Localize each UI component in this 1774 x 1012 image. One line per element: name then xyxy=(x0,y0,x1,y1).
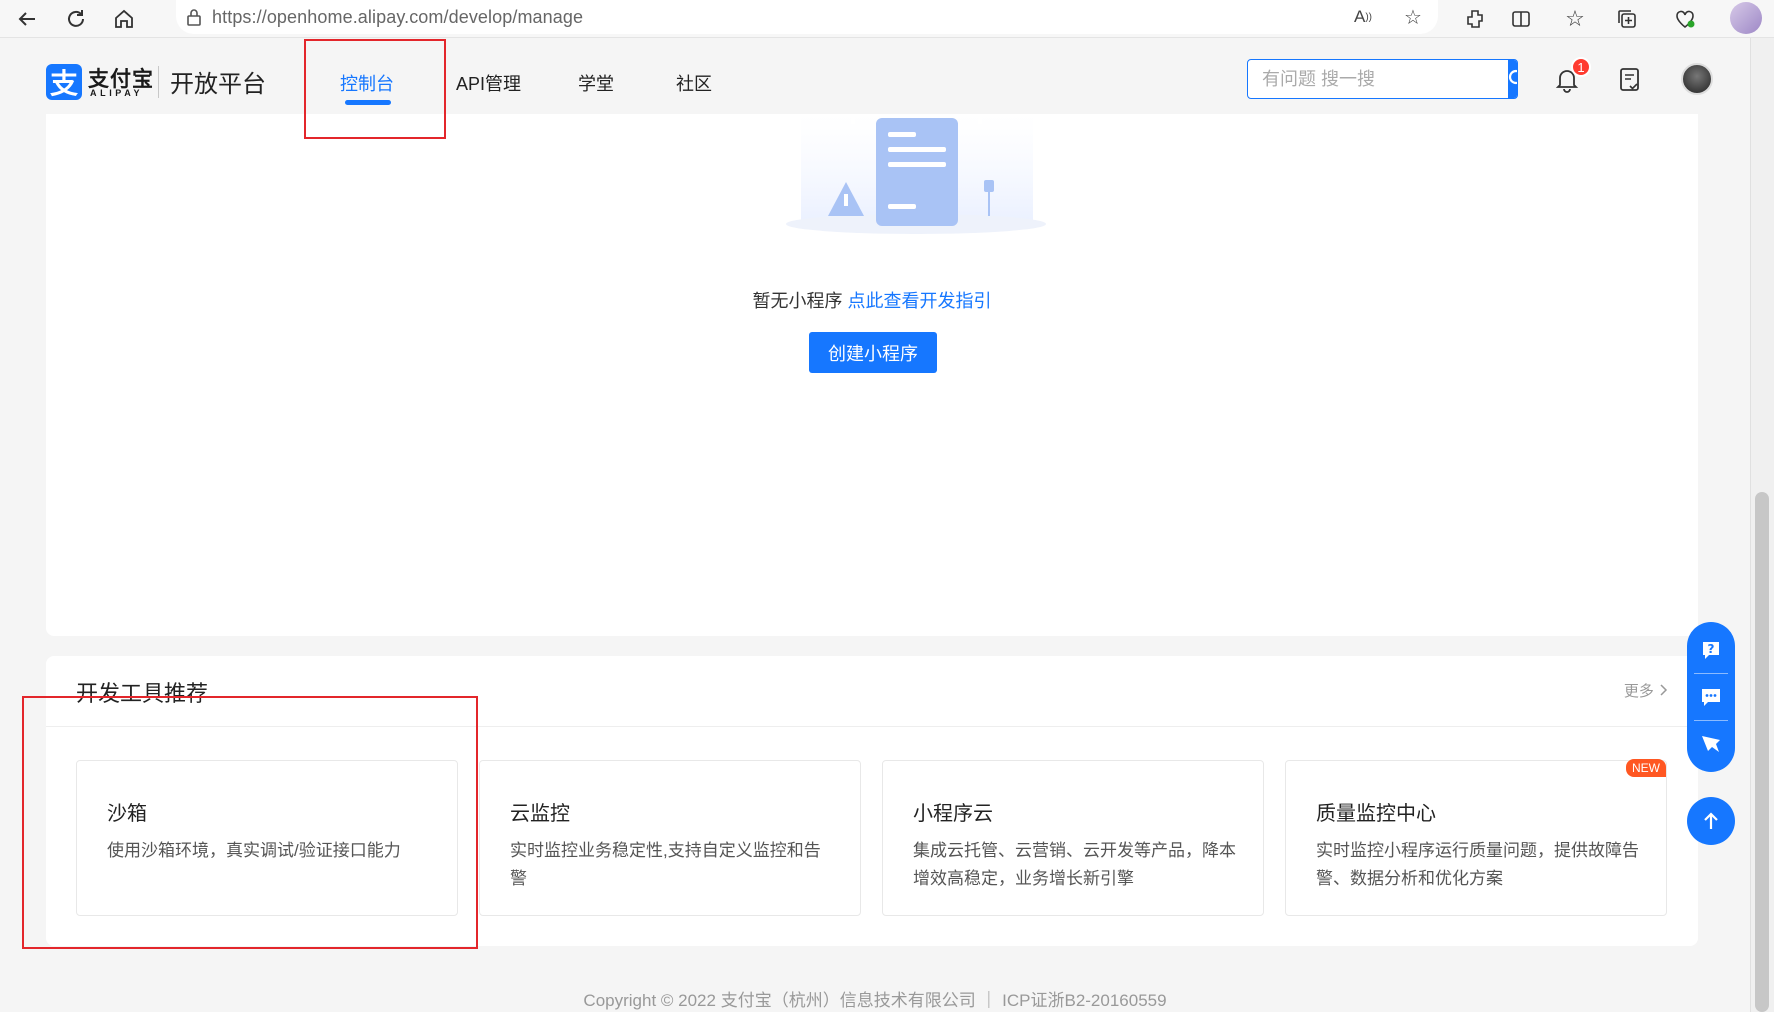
read-aloud-icon[interactable]: A)) xyxy=(1338,0,1388,34)
collections-icon[interactable] xyxy=(1610,0,1644,38)
dev-tools-card: 开发工具推荐 更多 沙箱 使用沙箱环境，真实调试/验证接口能力 云监控 实时监控… xyxy=(46,656,1698,946)
tab-academy[interactable]: 学堂 xyxy=(578,70,614,96)
extensions-icon[interactable] xyxy=(1458,0,1492,38)
alipay-logo-icon[interactable]: 支 xyxy=(46,64,82,100)
scrollbar-thumb[interactable] xyxy=(1755,492,1769,1012)
tab-console[interactable]: 控制台 xyxy=(340,70,394,96)
tab-api-management[interactable]: API管理 xyxy=(456,70,521,96)
floating-help-group: ? xyxy=(1687,622,1735,772)
search-button[interactable] xyxy=(1508,60,1517,98)
user-avatar[interactable] xyxy=(1681,63,1713,95)
browser-profile-avatar[interactable] xyxy=(1730,2,1762,34)
address-bar[interactable]: https://openhome.alipay.com/develop/mana… xyxy=(176,0,1438,34)
tool-name: 小程序云 xyxy=(913,803,993,825)
favorite-star-icon[interactable]: ☆ xyxy=(1388,0,1438,34)
platform-title: 开放平台 xyxy=(170,71,266,98)
url-text[interactable]: https://openhome.alipay.com/develop/mana… xyxy=(212,7,583,28)
back-icon[interactable] xyxy=(10,0,44,38)
split-screen-icon[interactable] xyxy=(1504,0,1538,38)
new-badge: NEW xyxy=(1626,759,1666,777)
mini-program-card: 暂无小程序 点此查看开发指引 创建小程序 xyxy=(46,114,1698,636)
tools-divider xyxy=(46,726,1698,727)
search-box xyxy=(1247,59,1518,99)
svg-text:?: ? xyxy=(1708,642,1715,656)
chat-icon[interactable] xyxy=(1687,675,1735,719)
back-to-top-button[interactable] xyxy=(1687,797,1735,845)
create-mini-program-button[interactable]: 创建小程序 xyxy=(809,332,937,373)
lock-icon xyxy=(176,8,212,26)
browser-toolbar: https://openhome.alipay.com/develop/mana… xyxy=(0,0,1774,38)
copyright-text: Copyright © 2022 支付宝（杭州）信息技术有限公司 ｜ ICP证浙… xyxy=(583,991,1167,1010)
dev-guide-link[interactable]: 点此查看开发指引 xyxy=(848,291,992,311)
app-header: 支 支付宝 ALIPAY 开放平台 控制台 API管理 学堂 社区 1 xyxy=(0,38,1750,114)
arrow-up-icon xyxy=(1704,812,1718,829)
tool-name: 云监控 xyxy=(510,803,570,825)
logo-divider xyxy=(158,66,159,98)
empty-state-text: 暂无小程序 xyxy=(752,291,843,311)
document-icon[interactable] xyxy=(1612,62,1648,98)
more-link[interactable]: 更多 xyxy=(1624,680,1668,701)
tool-card-quality-monitor[interactable]: NEW 质量监控中心 实时监控小程序运行质量问题，提供故障告警、数据分析和优化方… xyxy=(1285,759,1667,916)
search-icon xyxy=(1508,69,1517,85)
more-link-label: 更多 xyxy=(1623,683,1654,700)
browser-essentials-icon[interactable] xyxy=(1668,0,1702,38)
notification-badge: 1 xyxy=(1571,57,1591,77)
search-input[interactable] xyxy=(1248,60,1508,98)
feedback-icon[interactable] xyxy=(1687,722,1735,766)
help-question-icon[interactable]: ? xyxy=(1687,628,1735,672)
tool-card-mini-program-cloud[interactable]: 小程序云 集成云托管、云营销、云开发等产品，降本增效高稳定，业务增长新引擎 xyxy=(882,760,1264,916)
empty-state-message: 暂无小程序 点此查看开发指引 xyxy=(46,287,1698,313)
tool-card-cloud-monitor[interactable]: 云监控 实时监控业务稳定性,支持自定义监控和告警 xyxy=(479,760,861,916)
chevron-right-icon xyxy=(1660,684,1668,696)
home-icon[interactable] xyxy=(107,0,141,38)
tool-name: 沙箱 xyxy=(107,803,147,825)
tool-description: 使用沙箱环境，真实调试/验证接口能力 xyxy=(107,841,401,860)
tool-card-sandbox[interactable]: 沙箱 使用沙箱环境，真实调试/验证接口能力 xyxy=(76,760,458,916)
tool-description: 实时监控业务稳定性,支持自定义监控和告警 xyxy=(510,841,821,888)
favorites-icon[interactable]: ☆ xyxy=(1558,0,1592,38)
active-tab-indicator xyxy=(345,100,391,105)
logo-subtext: ALIPAY xyxy=(90,88,144,98)
dev-tools-title: 开发工具推荐 xyxy=(76,681,209,706)
empty-illustration xyxy=(786,114,1046,234)
tool-description: 实时监控小程序运行质量问题，提供故障告警、数据分析和优化方案 xyxy=(1316,841,1639,888)
refresh-icon[interactable] xyxy=(59,0,93,38)
tool-name: 质量监控中心 xyxy=(1316,803,1436,825)
tab-community[interactable]: 社区 xyxy=(676,70,712,96)
tool-description: 集成云托管、云营销、云开发等产品，降本增效高稳定，业务增长新引擎 xyxy=(913,841,1236,888)
